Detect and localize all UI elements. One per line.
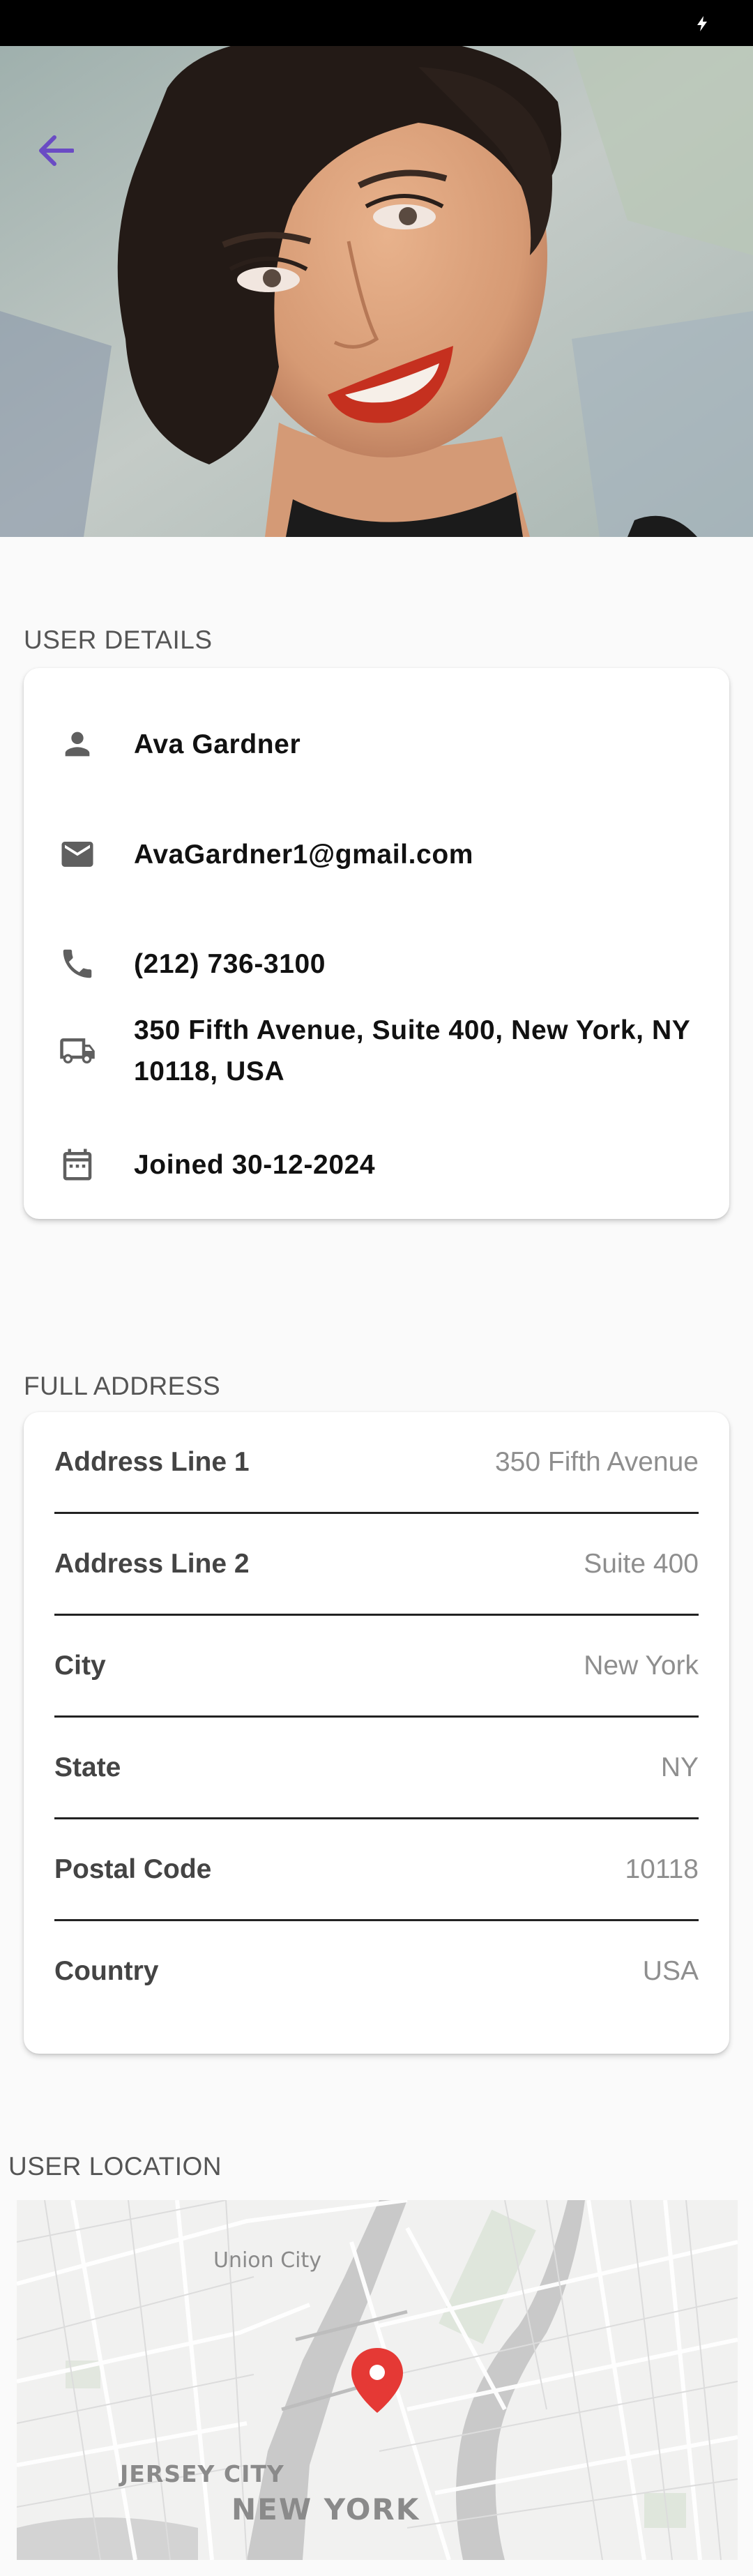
user-name-row: Ava Gardner (24, 721, 729, 767)
user-location-heading: USER LOCATION (8, 2152, 222, 2181)
state-label: State (54, 1752, 121, 1782)
bolt-icon (697, 16, 707, 31)
city-value: New York (584, 1651, 699, 1681)
postal-code-row: Postal Code 10118 (54, 1819, 699, 1921)
postal-code-label: Postal Code (54, 1854, 212, 1884)
mail-icon (54, 831, 100, 877)
state-row: State NY (54, 1718, 699, 1819)
city-row: City New York (54, 1616, 699, 1718)
user-address-row: 350 Fifth Avenue, Suite 400, New York, N… (24, 1010, 729, 1092)
back-button[interactable] (28, 123, 84, 179)
user-email[interactable]: AvaGardner1@gmail.com (134, 834, 706, 875)
postal-code-value: 10118 (625, 1854, 699, 1884)
user-joined-date: Joined 30-12-2024 (134, 1149, 376, 1180)
full-address-card: Address Line 1 350 Fifth Avenue Address … (24, 1412, 729, 2054)
map-label-union-city: Union City (213, 2248, 321, 2273)
address-line-1-value: 350 Fifth Avenue (494, 1447, 699, 1477)
user-details-card: Ava Gardner AvaGardner1@gmail.com (212) … (24, 668, 729, 1219)
address-line-1-label: Address Line 1 (54, 1447, 250, 1477)
map-label-jersey-city: JERSEY CITY (119, 2460, 284, 2487)
location-map[interactable]: Union City JERSEY CITY NEW YORK (17, 2200, 738, 2560)
address-line-2-label: Address Line 2 (54, 1549, 250, 1579)
user-phone-row[interactable]: (212) 736-3100 (24, 941, 729, 987)
user-email-row[interactable]: AvaGardner1@gmail.com (24, 831, 729, 877)
city-label: City (54, 1651, 106, 1681)
map-label-new-york: NEW YORK (231, 2492, 420, 2526)
profile-photo (0, 46, 753, 537)
user-details-heading: USER DETAILS (24, 626, 213, 654)
country-value: USA (642, 1956, 699, 1986)
user-name: Ava Gardner (134, 729, 301, 759)
country-row: Country USA (54, 1921, 699, 2023)
phone-icon (54, 941, 100, 987)
user-phone[interactable]: (212) 736-3100 (134, 944, 706, 985)
address-line-2-value: Suite 400 (584, 1549, 699, 1579)
full-address-heading: FULL ADDRESS (24, 1372, 221, 1400)
address-line-1-row: Address Line 1 350 Fifth Avenue (54, 1412, 699, 1514)
calendar-icon (54, 1142, 100, 1188)
country-label: Country (54, 1956, 159, 1986)
status-bar (0, 0, 753, 46)
address-line-2-row: Address Line 2 Suite 400 (54, 1514, 699, 1616)
person-icon (54, 721, 100, 767)
truck-icon (54, 1028, 100, 1074)
arrow-left-icon (39, 135, 74, 166)
user-joined-row: Joined 30-12-2024 (24, 1142, 729, 1188)
user-address: 350 Fifth Avenue, Suite 400, New York, N… (134, 1015, 690, 1086)
state-value: NY (660, 1752, 699, 1782)
